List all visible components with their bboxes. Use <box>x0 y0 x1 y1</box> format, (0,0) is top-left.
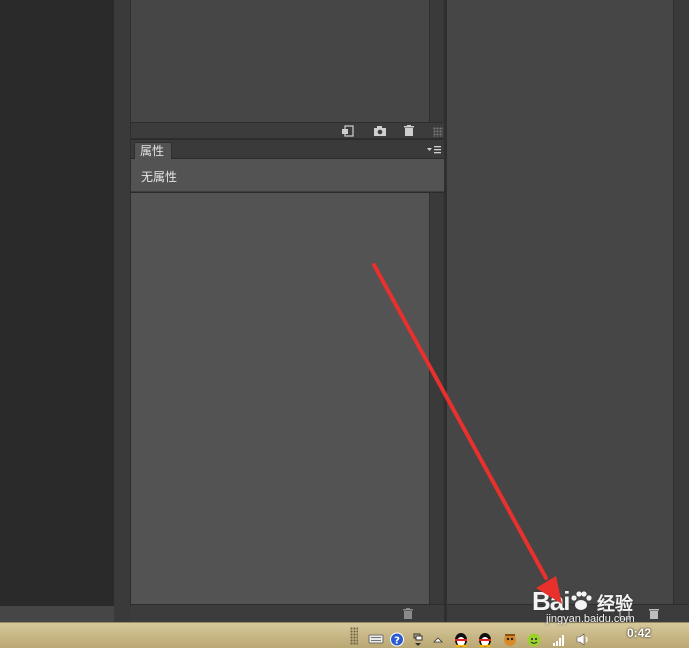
smiley-tray-icon[interactable] <box>525 632 543 647</box>
history-scrollbar[interactable] <box>429 0 443 122</box>
properties-body <box>131 193 444 604</box>
left-status-strip <box>0 606 114 622</box>
history-panel <box>131 0 444 122</box>
properties-tab-bar <box>131 140 444 159</box>
properties-scrollbar[interactable] <box>429 193 443 604</box>
svg-text:?: ? <box>394 636 400 647</box>
watermark-url: jingyan.baidu.com <box>546 613 635 625</box>
qq-penguin-icon[interactable] <box>476 632 494 648</box>
show-hidden-icons-icon[interactable] <box>431 632 445 647</box>
no-properties-label: 无属性 <box>141 170 178 184</box>
trash-icon[interactable] <box>647 608 661 620</box>
language-bar-icon[interactable] <box>412 632 424 647</box>
tab-properties[interactable]: 属性 <box>134 142 172 159</box>
trash-icon[interactable] <box>402 125 416 137</box>
left-workspace <box>0 0 114 606</box>
history-panel-footer <box>131 122 444 139</box>
app-tray-icon[interactable] <box>501 632 519 647</box>
properties-footer <box>131 604 444 622</box>
paw-icon <box>571 591 593 610</box>
right-panel <box>447 0 673 604</box>
taskbar-clock[interactable]: 0:42 <box>622 626 656 640</box>
resize-grip[interactable] <box>433 127 443 137</box>
right-scrollbar[interactable] <box>673 0 689 604</box>
qq-penguin-icon[interactable] <box>452 632 470 648</box>
camera-snapshot-icon[interactable] <box>373 125 387 137</box>
properties-header <box>131 159 444 192</box>
left-panel-gutter <box>114 0 131 606</box>
panel-menu-icon[interactable] <box>426 144 442 156</box>
network-signal-icon[interactable] <box>551 632 567 647</box>
gutter-footer <box>114 606 131 622</box>
keyboard-icon[interactable] <box>368 632 384 647</box>
tray-grip[interactable] <box>350 627 358 645</box>
new-document-from-state-icon[interactable] <box>341 125 355 137</box>
help-icon[interactable]: ? <box>389 632 405 647</box>
trash-icon[interactable] <box>401 608 415 620</box>
volume-icon[interactable] <box>575 632 591 647</box>
